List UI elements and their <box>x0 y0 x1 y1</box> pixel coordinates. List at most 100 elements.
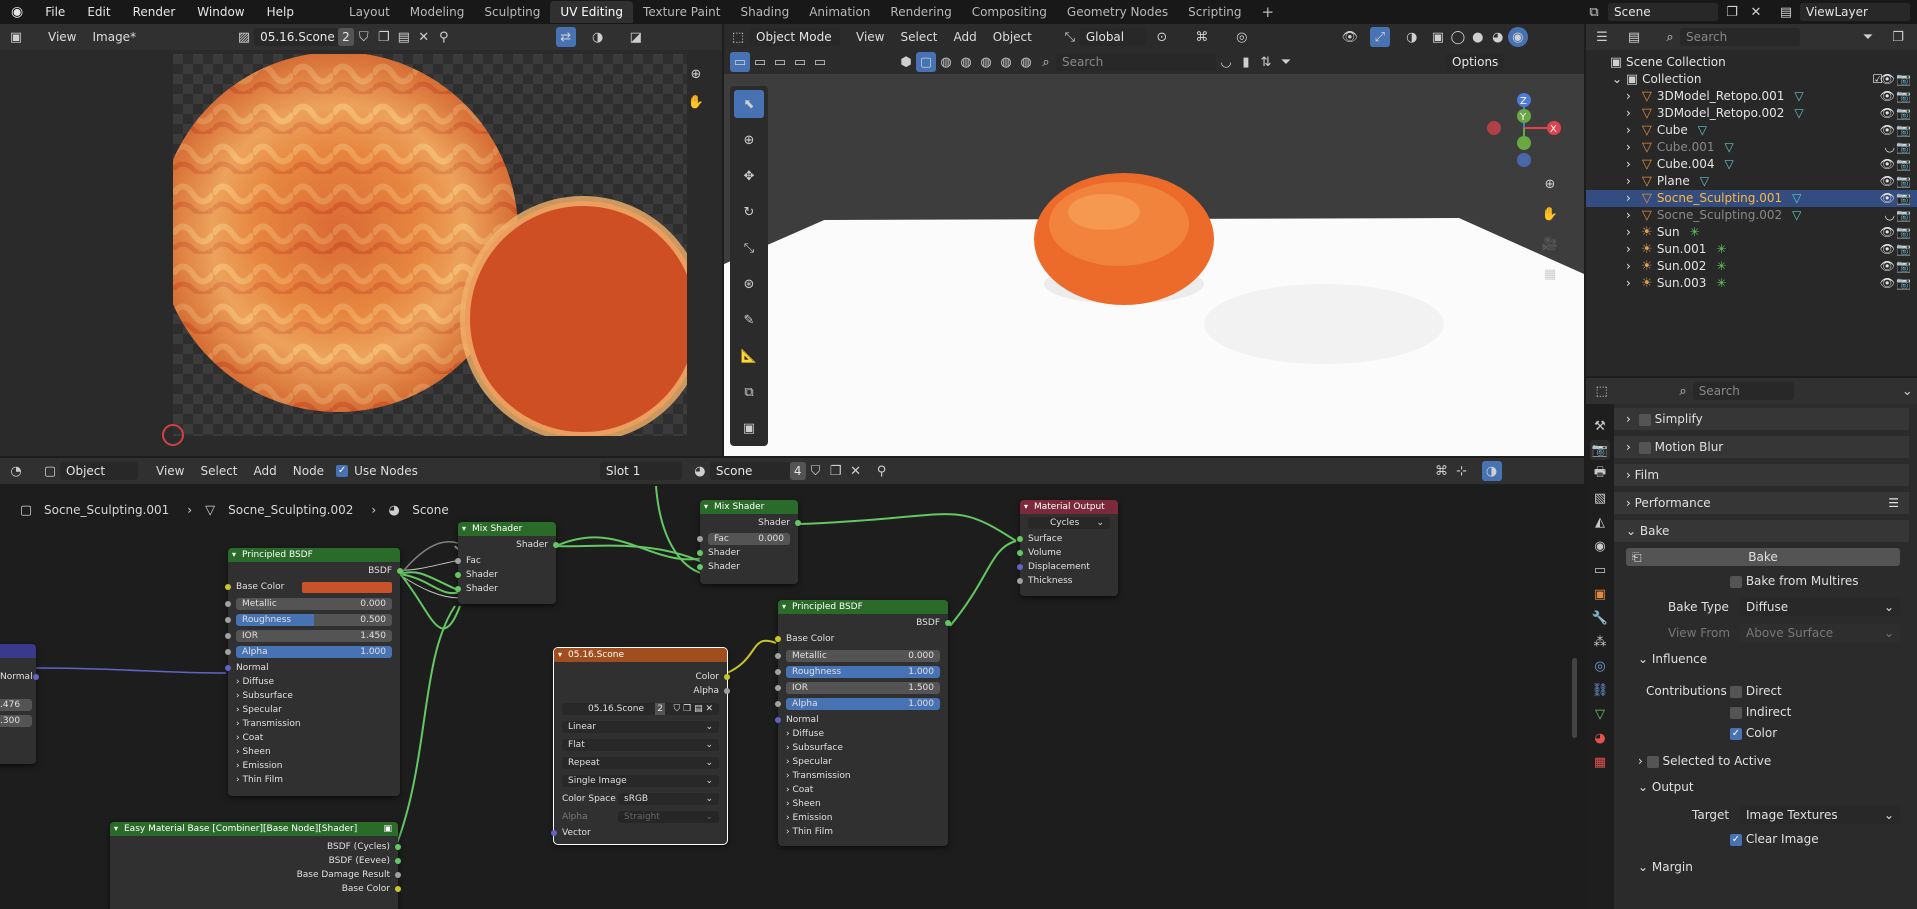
rotate-tool-icon[interactable]: ↻ <box>739 198 759 226</box>
outliner-item[interactable]: › ▽ 3DModel_Retopo.001 ▽ 👁 📷 <box>1586 88 1917 105</box>
2d-cursor-icon[interactable] <box>162 424 184 446</box>
object-type-filter-icon[interactable]: ⬢ <box>896 52 916 72</box>
measure-tool-icon[interactable]: 📐 <box>739 342 759 370</box>
outliner-item[interactable]: › ☀ Sun.002 ✳ 👁 📷 <box>1586 258 1917 275</box>
panel-thin-film[interactable]: › Thin Film <box>778 825 948 839</box>
viewport-search-input[interactable]: Search <box>1056 53 1216 71</box>
outliner-search-input[interactable]: Search <box>1680 28 1800 46</box>
direct-checkbox[interactable] <box>1730 685 1742 698</box>
scene-selector[interactable]: Scene <box>1608 3 1718 21</box>
light-filter-icon[interactable]: ◍ <box>956 52 976 72</box>
outliner-item[interactable]: › ▽ Cube.001 ▽ ◡ 📷 <box>1586 139 1917 156</box>
node-title[interactable]: Principled BSDF <box>778 600 948 614</box>
outliner-item[interactable]: › ▽ Plane ▽ 👁 📷 <box>1586 173 1917 190</box>
navigation-gizmo[interactable]: Z X Y <box>1484 88 1564 188</box>
visibility-eye-icon[interactable]: 👁 <box>1880 122 1895 139</box>
mesh-data-icon[interactable]: ▽ <box>1700 173 1709 190</box>
color-row[interactable]: ✓ Color <box>1730 726 1777 740</box>
gizmo-icon[interactable]: ⤢ <box>1369 27 1390 47</box>
render-camera-icon[interactable]: 📷 <box>1896 105 1911 122</box>
proportional-edit-icon[interactable]: ◎ <box>1232 27 1252 47</box>
extra-tool-icon[interactable]: ▣ <box>739 414 759 442</box>
viewport-menu-add[interactable]: Add <box>946 30 985 44</box>
tab-rendering[interactable]: Rendering <box>880 1 961 23</box>
image-canvas[interactable] <box>158 52 706 446</box>
node-title[interactable]: Mix Shader <box>700 500 798 514</box>
mix-shader-node-2[interactable]: Mix Shader Shader Fac0.000 Shader Shader <box>697 500 801 584</box>
outliner-item[interactable]: › ▽ Cube.004 ▽ 👁 📷 <box>1586 156 1917 173</box>
physics-tab-icon[interactable]: ◎ <box>1590 656 1610 676</box>
panel-emission[interactable]: › Emission <box>228 759 400 773</box>
collection-row[interactable]: ⌄ ▣ Collection ☑ 👁 📷 <box>1586 71 1917 88</box>
display-mode-icon[interactable]: ▤ <box>1624 27 1644 47</box>
mesh-filter-icon[interactable]: ▢ <box>916 52 936 72</box>
roughness-field[interactable]: Roughness 0.500 <box>236 614 392 626</box>
editor-type-icon[interactable]: ⬚ <box>728 27 748 47</box>
indirect-row[interactable]: Indirect <box>1730 705 1791 719</box>
influence-subpanel[interactable]: ⌄ Influence <box>1638 652 1707 666</box>
render-camera-icon[interactable]: 📷 <box>1896 190 1911 207</box>
properties-options-icon[interactable]: ⌄ <box>1898 381 1917 401</box>
view-layer-tab-icon[interactable]: ▧ <box>1590 488 1610 508</box>
menu-help[interactable]: Help <box>256 0 305 24</box>
properties-search-input[interactable]: Search <box>1692 382 1794 400</box>
menu-edit[interactable]: Edit <box>76 0 121 24</box>
direct-row[interactable]: Direct <box>1730 684 1782 698</box>
render-camera-icon[interactable]: 📷 <box>1896 139 1911 156</box>
outliner-item[interactable]: › ☀ Sun ✳ 👁 📷 <box>1586 224 1917 241</box>
panel-emission[interactable]: › Emission <box>778 811 948 825</box>
expand-arrow-icon[interactable]: › <box>1626 224 1631 241</box>
extension-dropdown[interactable]: Repeat ⌄ <box>562 757 719 769</box>
zoom-icon[interactable]: ⊕ <box>686 64 706 84</box>
image-name-field[interactable]: 05.16.Scone <box>254 28 339 46</box>
overlays-icon[interactable]: ◑ <box>1402 27 1422 47</box>
mesh-data-icon[interactable]: ▽ <box>1725 139 1734 156</box>
viewport-menu-view[interactable]: View <box>848 30 892 44</box>
tab-sculpting[interactable]: Sculpting <box>474 1 550 23</box>
select-intersect-icon[interactable]: ▭ <box>810 52 830 72</box>
mesh-data-icon[interactable]: ▽ <box>1792 207 1801 224</box>
panel-subsurface[interactable]: › Subsurface <box>228 689 400 703</box>
indirect-checkbox[interactable] <box>1730 706 1742 719</box>
partial-field-2[interactable]: .300 <box>0 715 32 727</box>
light-data-icon[interactable]: ✳ <box>1690 224 1700 241</box>
render-camera-icon[interactable]: 📷 <box>1896 241 1911 258</box>
alpha-field[interactable]: Alpha 1.000 <box>786 698 940 710</box>
tab-animation[interactable]: Animation <box>799 1 880 23</box>
expand-arrow-icon[interactable]: › <box>1626 88 1631 105</box>
material-shading-icon[interactable]: ◕ <box>1488 27 1508 47</box>
alpha-mode-dropdown[interactable]: Straight ⌄ <box>618 811 719 823</box>
render-camera-icon[interactable]: 📷 <box>1896 88 1911 105</box>
particles-tab-icon[interactable]: ⁂ <box>1590 632 1610 652</box>
mesh-data-icon[interactable]: ▽ <box>1725 156 1734 173</box>
panel-transmission[interactable]: › Transmission <box>778 769 948 783</box>
panel-diffuse[interactable]: › Diffuse <box>228 675 400 689</box>
world-tab-icon[interactable]: ◉ <box>1590 536 1610 556</box>
zoom-view-icon[interactable]: ⊕ <box>1540 174 1560 194</box>
node-editor-scrollbar[interactable] <box>1572 658 1577 738</box>
visibility-eye-icon[interactable]: 👁 <box>1880 71 1895 88</box>
menu-render[interactable]: Render <box>122 0 187 24</box>
tab-shading[interactable]: Shading <box>730 1 799 23</box>
outliner-item[interactable]: › ▽ Socne_Sculpting.002 ▽ ◡ 📷 <box>1586 207 1917 224</box>
wireframe-shading-icon[interactable]: ◯ <box>1448 27 1468 47</box>
margin-subpanel[interactable]: ⌄ Margin <box>1638 860 1693 874</box>
mesh-data-icon[interactable]: ▽ <box>1794 105 1803 122</box>
expand-arrow-icon[interactable]: › <box>1626 207 1631 224</box>
mode-selector[interactable]: Object Mode <box>750 28 840 46</box>
select-extend-icon[interactable]: ▭ <box>750 52 770 72</box>
render-camera-icon[interactable]: 📷 <box>1896 275 1911 292</box>
bookmark-icon[interactable]: ▮ <box>1236 52 1256 72</box>
render-camera-icon[interactable]: 📷 <box>1896 156 1911 173</box>
rendered-shading-icon[interactable]: ◉ <box>1507 27 1528 47</box>
overlay-icon[interactable]: ◑ <box>588 27 608 47</box>
ior-field[interactable]: IOR 1.500 <box>786 682 940 694</box>
pan-hand-icon[interactable]: ✋ <box>686 92 706 112</box>
render-camera-icon[interactable]: 📷 <box>1896 224 1911 241</box>
transform-global-dropdown[interactable]: Global <box>1079 28 1146 46</box>
panel-sheen[interactable]: › Sheen <box>778 797 948 811</box>
visibility-eye-icon[interactable]: 👁 <box>1880 241 1895 258</box>
xray-icon[interactable]: ▣ <box>1428 27 1448 47</box>
simplify-panel[interactable]: › Simplify <box>1614 408 1909 430</box>
pan-view-icon[interactable]: ✋ <box>1540 204 1560 224</box>
